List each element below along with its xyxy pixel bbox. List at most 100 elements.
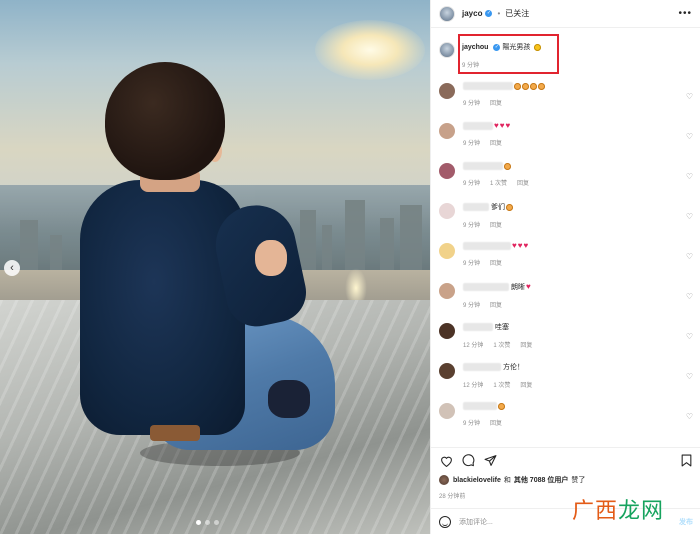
comment-time[interactable]: 9 分钟 <box>463 181 480 187</box>
child-figure <box>0 0 430 534</box>
blurred-username[interactable] <box>463 203 489 211</box>
liker-username[interactable]: blackielovelife <box>453 477 501 484</box>
comment-like-icon[interactable]: ♡ <box>686 372 693 381</box>
blurred-username[interactable] <box>463 283 509 291</box>
comment-item: 9 分钟 回复 ♡ <box>431 78 700 118</box>
comment-time[interactable]: 12 分钟 <box>463 383 483 389</box>
heart-emoji-icon: ♥ <box>517 241 523 250</box>
post-actions <box>431 447 700 473</box>
comment-like-icon[interactable]: ♡ <box>686 332 693 341</box>
heart-emoji-icon: ♥ <box>523 241 529 250</box>
reply-button[interactable]: 回复 <box>517 181 529 187</box>
site-watermark: 广西龙网 <box>572 493 664 525</box>
reply-button[interactable]: 回复 <box>520 383 532 389</box>
comment-like-count[interactable]: 1 次赞 <box>493 343 510 349</box>
comment-like-icon[interactable]: ♡ <box>686 172 693 181</box>
comment-like-icon[interactable]: ♡ <box>686 132 693 141</box>
reply-button[interactable]: 回复 <box>490 101 502 107</box>
comment-time[interactable]: 9 分钟 <box>463 141 480 147</box>
comment-like-count[interactable]: 1 次赞 <box>490 181 507 187</box>
post-comment-button[interactable]: 发布 <box>679 517 693 527</box>
reply-button[interactable]: 回复 <box>490 223 502 229</box>
heart-outline-icon[interactable] <box>439 454 453 468</box>
commenter-avatar[interactable] <box>439 83 455 99</box>
posted-time[interactable]: 28 分钟前 <box>439 491 465 500</box>
comment-like-icon[interactable]: ♡ <box>686 212 693 221</box>
comment-like-icon[interactable]: ♡ <box>686 92 693 101</box>
commenter-avatar[interactable] <box>439 123 455 139</box>
commenter-avatar[interactable] <box>439 243 455 259</box>
comment-list: 9 分钟 回复 ♡ ♥♥♥ 9 分钟 回复 ♡ 9 分钟 1 次赞 回复 ♡ 爹们 9 分钟 回复 ♡ ♥♥♥… <box>431 78 700 443</box>
commenter-avatar[interactable] <box>439 283 455 299</box>
blurred-username[interactable] <box>463 162 503 170</box>
commenter-avatar[interactable] <box>439 403 455 419</box>
face-emoji-icon <box>498 402 505 410</box>
account-name[interactable]: jayco <box>462 9 482 18</box>
following-button[interactable]: 已关注 <box>505 8 529 19</box>
blurred-username[interactable] <box>463 402 497 410</box>
comment-item: 爹们 9 分钟 回复 ♡ <box>431 198 700 238</box>
comment-like-icon[interactable]: ♡ <box>686 252 693 261</box>
commenter-avatar[interactable] <box>439 323 455 339</box>
post-header: jayco ✓ • 已关注 ••• <box>431 0 700 28</box>
commenter-avatar[interactable] <box>439 363 455 379</box>
comment-like-icon[interactable]: ♡ <box>686 412 693 421</box>
caption-avatar[interactable] <box>439 42 455 58</box>
reply-button[interactable]: 回复 <box>490 141 502 147</box>
heart-emoji-icon: ♥ <box>499 121 505 130</box>
comment-text: 朗晰 <box>511 284 525 291</box>
comment-text: 爹们 <box>491 204 505 211</box>
comment-like-icon[interactable]: ♡ <box>686 292 693 301</box>
comment-time[interactable]: 12 分钟 <box>463 343 483 349</box>
post-side-panel: jayco ✓ • 已关注 ••• jaychou ✓ 陽光男孩 9 分钟 9 … <box>430 0 700 534</box>
face-emoji-icon <box>522 82 529 90</box>
likes-suffix: 赞了 <box>571 477 586 484</box>
comment-time[interactable]: 9 分钟 <box>463 261 480 267</box>
account-avatar[interactable] <box>439 5 455 22</box>
caption-highlight-box <box>458 34 559 74</box>
liker-avatar[interactable] <box>439 475 449 485</box>
comment-like-count[interactable]: 1 次赞 <box>493 383 510 389</box>
post-photo[interactable]: ‹ <box>0 0 430 534</box>
blurred-username[interactable] <box>463 363 501 371</box>
likes-others[interactable]: 其他 7088 位用户 <box>514 475 568 485</box>
face-emoji-icon <box>530 82 537 90</box>
reply-button[interactable]: 回复 <box>520 343 532 349</box>
comment-time[interactable]: 9 分钟 <box>463 303 480 309</box>
face-emoji-icon <box>514 82 521 90</box>
header-separator: • <box>497 9 501 18</box>
carousel-prev-icon[interactable]: ‹ <box>4 260 20 276</box>
face-emoji-icon <box>506 203 513 211</box>
blurred-username[interactable] <box>463 242 511 250</box>
comment-item: 方伦！ 12 分钟 1 次赞 回复 ♡ <box>431 358 700 398</box>
comment-item: 9 分钟 回复 ♡ <box>431 398 700 438</box>
comment-item: 朗晰♥ 9 分钟 回复 ♡ <box>431 278 700 318</box>
reply-button[interactable]: 回复 <box>490 261 502 267</box>
comment-time[interactable]: 9 分钟 <box>463 101 480 107</box>
face-emoji-icon <box>538 82 545 90</box>
reply-button[interactable]: 回复 <box>490 421 502 427</box>
blurred-username[interactable] <box>463 122 493 130</box>
bookmark-icon[interactable] <box>679 454 693 468</box>
comment-bubble-icon[interactable] <box>461 454 475 468</box>
blurred-username[interactable] <box>463 323 493 331</box>
comment-input[interactable]: 添加评论... <box>459 517 493 527</box>
comment-item: 哇塞 12 分钟 1 次赞 回复 ♡ <box>431 318 700 358</box>
comment-text: 哇塞 <box>495 324 509 331</box>
likes-and: 和 <box>503 477 511 484</box>
commenter-avatar[interactable] <box>439 163 455 179</box>
comment-time[interactable]: 9 分钟 <box>463 421 480 427</box>
blurred-username[interactable] <box>463 82 513 90</box>
face-emoji-icon <box>504 162 511 170</box>
likes-summary: blackielovelife 和 其他 7088 位用户 赞了 <box>439 475 585 485</box>
watermark-part1: 广西 <box>572 499 619 524</box>
paper-plane-icon[interactable] <box>483 454 497 468</box>
emoji-picker-icon[interactable] <box>439 515 451 528</box>
reply-button[interactable]: 回复 <box>490 303 502 309</box>
commenter-avatar[interactable] <box>439 203 455 219</box>
comment-text: 方伦！ <box>503 364 524 371</box>
comment-time[interactable]: 9 分钟 <box>463 223 480 229</box>
more-options-icon[interactable]: ••• <box>678 8 692 19</box>
verified-badge-icon: ✓ <box>485 10 493 17</box>
comment-item: ♥♥♥ 9 分钟 回复 ♡ <box>431 118 700 158</box>
